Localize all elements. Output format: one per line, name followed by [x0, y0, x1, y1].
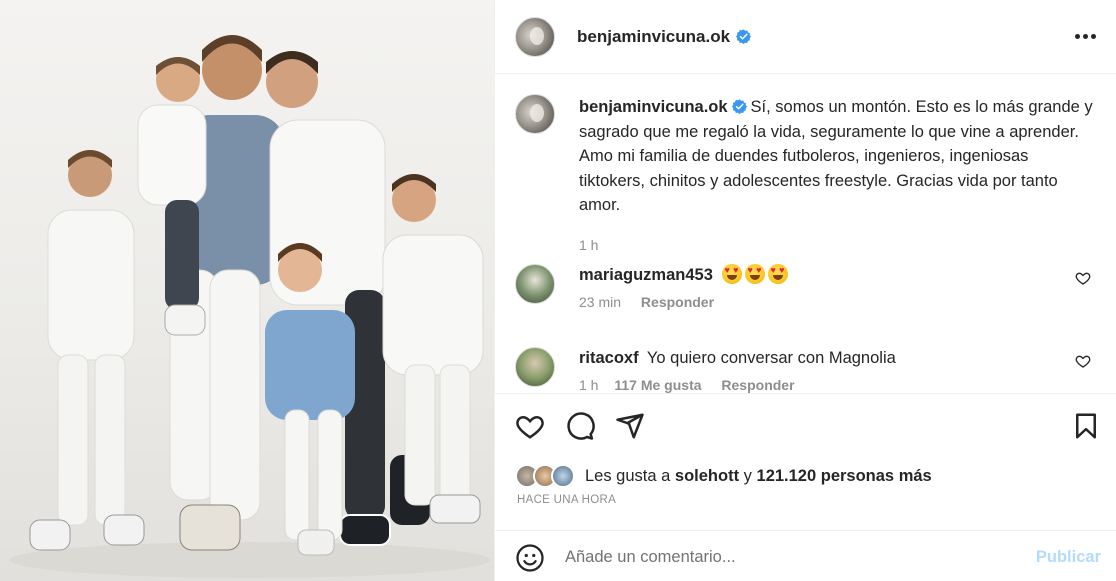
- save-bookmark-icon[interactable]: [1071, 411, 1101, 441]
- heart-eyes-emoji: [767, 264, 788, 284]
- likes-prefix: Les gusta a: [585, 466, 671, 485]
- caption-username[interactable]: benjaminvicuna.ok: [579, 98, 728, 116]
- comments-scroll-area[interactable]: benjaminvicuna.ok Sí, somos un montón. Es…: [495, 74, 1116, 393]
- post-actions-bar: [495, 393, 1116, 457]
- like-comment-heart-icon[interactable]: [1075, 353, 1091, 369]
- publish-button[interactable]: Publicar: [1036, 548, 1101, 567]
- comment-username[interactable]: mariaguzman453: [579, 266, 713, 284]
- reply-button[interactable]: Responder: [641, 294, 714, 310]
- verified-badge-icon: [731, 99, 747, 114]
- likes-connector: y: [743, 466, 752, 485]
- comment-item: mariaguzman453 23 min Responder: [515, 264, 1097, 316]
- heart-eyes-emoji: [744, 264, 765, 284]
- liker-username[interactable]: solehott: [675, 467, 739, 485]
- commenter-avatar[interactable]: [515, 264, 555, 304]
- author-username[interactable]: benjaminvicuna.ok: [577, 27, 730, 47]
- caption-author-avatar[interactable]: [515, 94, 555, 134]
- heart-eyes-emoji: [721, 264, 742, 284]
- likes-text: Les gusta a solehott y 121.120 personas …: [585, 467, 932, 486]
- figure-toddler: [137, 57, 207, 336]
- post-timestamp[interactable]: HACE UNA HORA: [517, 494, 616, 506]
- comment-text: mariaguzman453: [579, 264, 791, 286]
- comment-meta: 23 min Responder: [579, 294, 714, 310]
- add-comment-bar: Publicar: [495, 530, 1116, 581]
- liker-avatar: [551, 464, 575, 488]
- caption-timestamp[interactable]: 1 h: [579, 237, 598, 253]
- comment-username[interactable]: ritacoxf: [579, 349, 639, 367]
- comment-likes-count[interactable]: 117 Me gusta: [614, 377, 701, 393]
- post-panel: benjaminvicuna.ok benjaminvicuna.ok Sí, s…: [494, 0, 1116, 581]
- figure-child-left: [29, 150, 145, 551]
- verified-badge-icon: [736, 29, 752, 44]
- comment-bubble-icon[interactable]: [565, 411, 595, 441]
- likes-count[interactable]: 121.120 personas más: [757, 467, 932, 485]
- comment-body: Yo quiero conversar con Magnolia: [646, 349, 896, 367]
- comment-timestamp[interactable]: 23 min: [579, 294, 621, 310]
- post-photo[interactable]: [0, 0, 494, 581]
- family-photo-illustration: [10, 35, 490, 578]
- like-comment-heart-icon[interactable]: [1075, 270, 1091, 286]
- author-avatar[interactable]: [515, 16, 555, 57]
- share-send-icon[interactable]: [615, 411, 645, 441]
- emoji-smiley-icon[interactable]: [515, 543, 545, 573]
- comment-text: ritacoxf Yo quiero conversar con Magnoli…: [579, 347, 896, 369]
- more-options-icon[interactable]: [1073, 26, 1097, 46]
- commenter-avatar[interactable]: [515, 347, 555, 387]
- like-heart-icon[interactable]: [515, 411, 545, 441]
- post-header: benjaminvicuna.ok: [495, 0, 1116, 74]
- reply-button[interactable]: Responder: [721, 377, 794, 393]
- caption-text: benjaminvicuna.ok Sí, somos un montón. Es…: [579, 95, 1099, 218]
- comment-meta: 1 h 117 Me gusta Responder: [579, 377, 795, 393]
- comment-item: ritacoxf Yo quiero conversar con Magnoli…: [515, 347, 1097, 393]
- comment-timestamp[interactable]: 1 h: [579, 377, 598, 393]
- likes-summary: Les gusta a solehott y 121.120 personas …: [515, 462, 932, 490]
- likers-avatars[interactable]: [515, 464, 577, 488]
- comment-input[interactable]: [565, 543, 1005, 571]
